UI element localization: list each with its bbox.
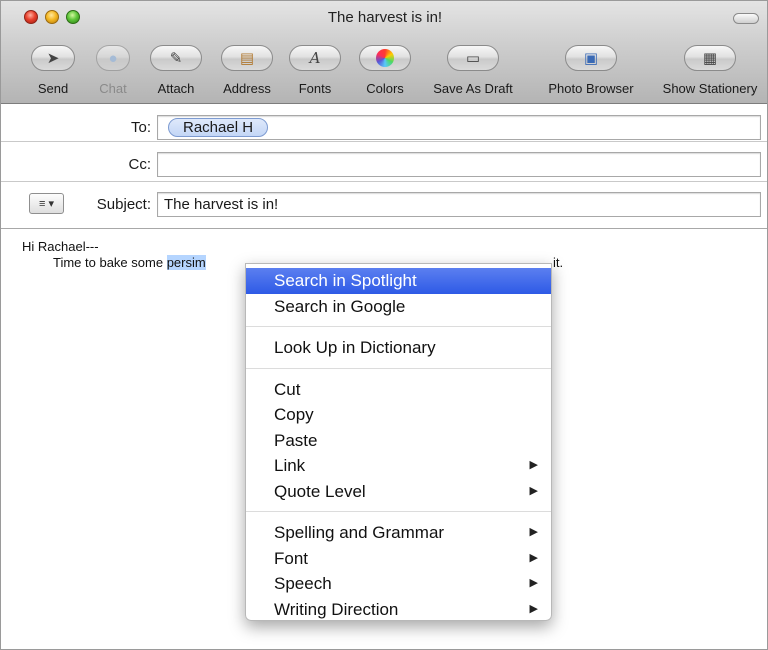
chat-button[interactable]: ● Chat — [82, 45, 144, 101]
to-label: To: — [130, 119, 151, 136]
account-menu-button[interactable]: ≡ ▾ — [29, 193, 64, 214]
menu-item-label: Link — [274, 456, 306, 475]
attach-button[interactable]: ✎ Attach — [141, 45, 211, 101]
menu-item-label: Paste — [274, 430, 318, 450]
fonts-label: Fonts — [298, 81, 332, 96]
menu-item-writing-direction[interactable]: Writing Direction ▶ — [246, 597, 551, 623]
send-button[interactable]: ➤ Send — [15, 45, 91, 101]
menu-item-spelling-and-grammar[interactable]: Spelling and Grammar ▶ — [246, 520, 551, 546]
message-body[interactable]: Hi Rachael--- Time to bake some persim — [22, 239, 206, 271]
menu-item-copy[interactable]: Copy — [246, 402, 551, 428]
menu-item-link[interactable]: Link ▶ — [246, 453, 551, 479]
draft-page-icon: ▭ — [465, 49, 481, 67]
submenu-arrow-icon: ▶ — [529, 526, 538, 538]
menu-separator — [246, 511, 551, 512]
photo-browser-button[interactable]: ▣ Photo Browser — [533, 45, 649, 101]
show-stationery-label: Show Stationery — [662, 81, 758, 96]
menu-item-label: Spelling and Grammar — [274, 523, 445, 542]
subject-field[interactable]: The harvest is in! — [157, 192, 761, 217]
body-text: Time to bake some — [53, 255, 167, 270]
submenu-arrow-icon: ▶ — [529, 551, 538, 564]
menu-item-speech[interactable]: Speech ▶ — [246, 571, 551, 597]
menu-item-label: Search in Spotlight — [274, 271, 417, 290]
paper-plane-icon: ➤ — [46, 49, 60, 67]
font-icon: A — [309, 48, 321, 67]
body-line: Time to bake some persim — [22, 255, 206, 271]
menu-item-label: Search in Google — [274, 296, 406, 316]
paperclip-icon: ✎ — [169, 49, 183, 67]
show-stationery-button[interactable]: ▦ Show Stationery — [652, 45, 767, 101]
save-as-draft-label: Save As Draft — [433, 81, 513, 96]
menu-item-cut[interactable]: Cut — [246, 377, 551, 403]
colors-label: Colors — [366, 81, 404, 96]
chat-label: Chat — [99, 81, 127, 96]
send-label: Send — [37, 81, 69, 96]
fonts-button[interactable]: A Fonts — [283, 45, 347, 101]
menu-item-look-up-in-dictionary[interactable]: Look Up in Dictionary — [246, 335, 551, 361]
subject-label: Subject: — [96, 196, 151, 213]
menu-separator — [246, 367, 551, 369]
menu-item-label: Quote Level — [274, 481, 366, 501]
title-toolbar-area: The harvest is in! ➤ Send ● Chat ✎ Attac… — [1, 1, 767, 104]
field-divider — [1, 181, 767, 182]
photo-icon: ▣ — [583, 49, 599, 67]
context-menu: Search in Spotlight Search in Google Look … — [245, 263, 552, 621]
submenu-arrow-icon: ▶ — [529, 577, 538, 589]
to-field[interactable]: Rachael H — [157, 115, 761, 140]
body-text-tail: it. — [553, 255, 564, 270]
stationery-icon: ▦ — [702, 49, 718, 67]
greeting-line: Hi Rachael--- — [22, 239, 99, 254]
submenu-arrow-icon: ▶ — [529, 459, 538, 471]
address-button[interactable]: ▤ Address — [207, 45, 287, 101]
submenu-arrow-icon: ▶ — [529, 484, 538, 497]
toolbar-toggle-button[interactable] — [733, 13, 759, 24]
menu-item-font[interactable]: Font ▶ — [246, 546, 551, 572]
menu-item-search-in-spotlight[interactable]: Search in Spotlight — [246, 268, 551, 294]
menu-item-label: Speech — [274, 574, 332, 593]
body-divider — [1, 228, 767, 229]
selected-text[interactable]: persim — [166, 255, 206, 270]
vertical-scrollbar[interactable] — [757, 233, 767, 649]
cc-field[interactable] — [157, 152, 761, 177]
menu-item-label: Cut — [274, 379, 301, 399]
window-title: The harvest is in! — [327, 9, 443, 26]
photo-browser-label: Photo Browser — [548, 81, 634, 96]
menu-item-label: Look Up in Dictionary — [274, 338, 436, 357]
cc-label: Cc: — [128, 156, 152, 173]
menu-separator — [246, 326, 551, 327]
address-label: Address — [223, 81, 271, 96]
chat-bubble-icon: ● — [108, 49, 118, 67]
address-book-icon: ▤ — [239, 49, 255, 67]
subject-value: The harvest is in! — [164, 196, 279, 213]
color-wheel-icon — [376, 49, 394, 67]
submenu-arrow-icon: ▶ — [529, 602, 538, 615]
attach-label: Attach — [157, 81, 195, 96]
save-as-draft-button[interactable]: ▭ Save As Draft — [419, 45, 527, 101]
menu-item-label: Copy — [274, 405, 314, 424]
menu-item-paste[interactable]: Paste — [246, 428, 551, 454]
menu-item-label: Writing Direction — [274, 599, 399, 619]
colors-button[interactable]: Colors — [354, 45, 416, 101]
menu-item-label: Font — [274, 548, 309, 568]
field-divider — [1, 141, 767, 142]
menu-item-quote-level[interactable]: Quote Level ▶ — [246, 479, 551, 505]
compose-window: The harvest is in! ➤ Send ● Chat ✎ Attac… — [0, 0, 768, 650]
menu-item-search-in-google[interactable]: Search in Google — [246, 294, 551, 320]
recipient-token[interactable]: Rachael H — [168, 118, 269, 137]
